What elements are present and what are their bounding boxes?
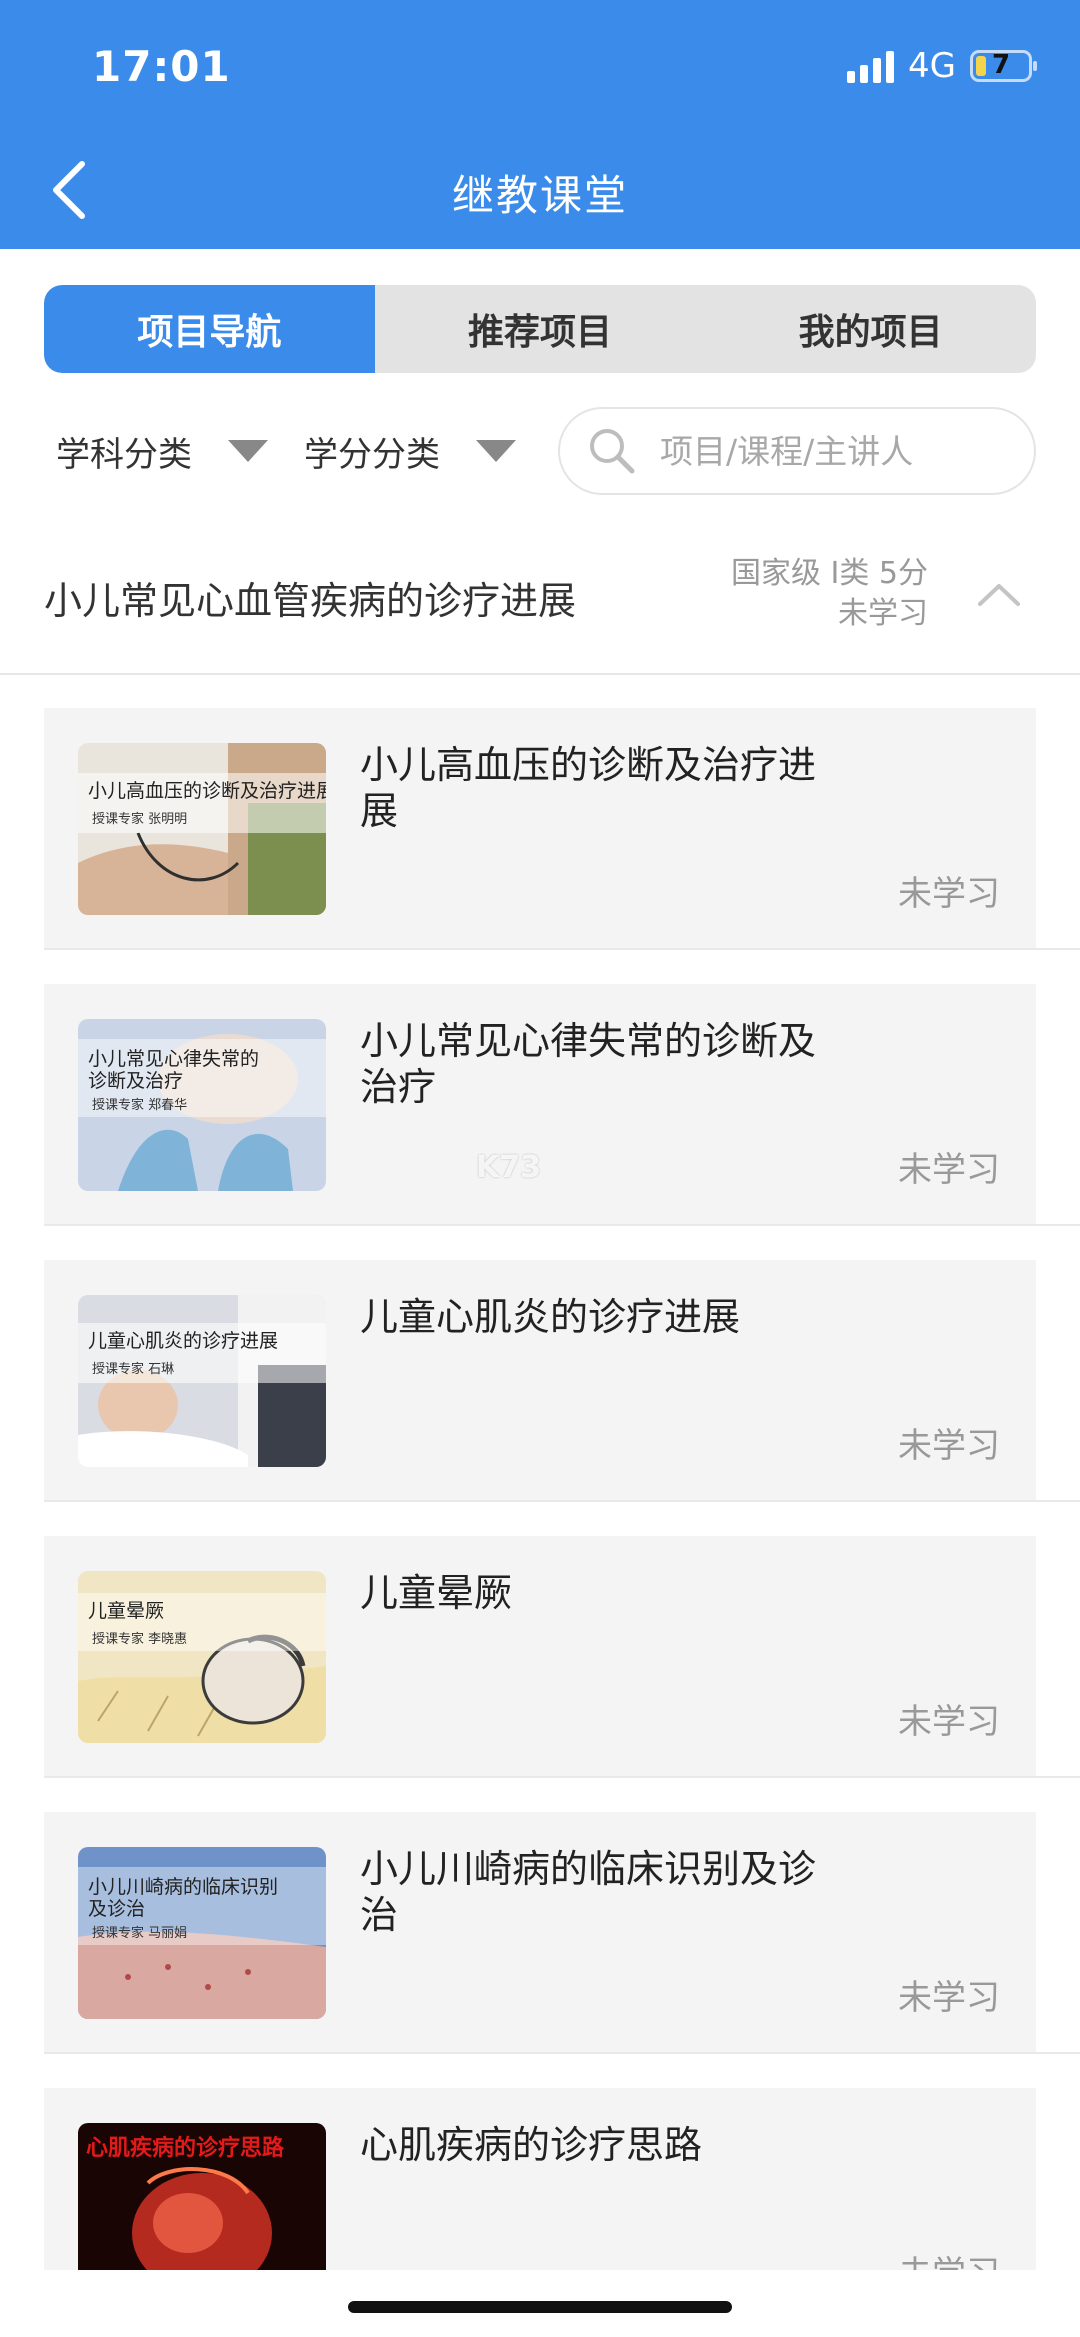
- project-title: 小儿常见心血管疾病的诊疗进展: [44, 579, 577, 623]
- divider: [44, 1500, 1080, 1502]
- svg-text:心肌疾病的诊疗思路: 心肌疾病的诊疗思路: [86, 2135, 285, 2161]
- svg-text:小儿高血压的诊断及治疗进展: 小儿高血压的诊断及治疗进展: [88, 780, 326, 802]
- course-thumbnail: 小儿川崎病的临床识别 及诊治 授课专家 马丽娟: [78, 1847, 326, 2019]
- tab-recommended[interactable]: 推荐项目: [375, 285, 706, 373]
- svg-text:授课专家 李晓惠: 授课专家 李晓惠: [92, 1631, 187, 1647]
- page-title: 继教课堂: [451, 171, 628, 220]
- course-title: 小儿川崎病的临床识别及诊治: [360, 1847, 817, 1937]
- project-meta: 国家级 I类 5分 未学习: [731, 554, 928, 634]
- caret-down-icon: [476, 440, 516, 462]
- svg-text:授课专家 石琳: 授课专家 石琳: [92, 1361, 174, 1377]
- tab-my-projects[interactable]: 我的项目: [705, 285, 1036, 373]
- credit-filter-label: 学分分类: [304, 434, 440, 475]
- course-status: 未学习: [898, 1426, 1000, 1466]
- svg-text:及诊治: 及诊治: [88, 1898, 145, 1920]
- course-status: 未学习: [898, 1702, 1000, 1742]
- course-status: 未学习: [898, 1150, 1000, 1190]
- course-status: 未学习: [898, 874, 1000, 914]
- signal-icon: [847, 49, 895, 83]
- course-thumbnail: 小儿常见心律失常的 诊断及治疗 授课专家 郑春华: [78, 1019, 326, 1191]
- course-title: 小儿高血压的诊断及治疗进展: [360, 743, 817, 833]
- credit-filter-dropdown[interactable]: 学分分类: [304, 407, 516, 495]
- search-icon: [590, 429, 635, 474]
- svg-text:诊断及治疗: 诊断及治疗: [88, 1070, 183, 1092]
- course-status: 未学习: [898, 1978, 1000, 2018]
- course-title: 心肌疾病的诊疗思路: [360, 2123, 703, 2167]
- divider: [44, 1224, 1080, 1226]
- battery-level: 7: [991, 50, 1011, 80]
- course-item[interactable]: 儿童晕厥 授课专家 李晓惠 儿童晕厥 未学习: [44, 1536, 1036, 1776]
- tab-project-nav[interactable]: 项目导航: [44, 285, 375, 373]
- course-item[interactable]: 儿童心肌炎的诊疗进展 授课专家 石琳 儿童心肌炎的诊疗进展 未学习: [44, 1260, 1036, 1500]
- project-credit-info: 国家级 I类 5分: [730, 556, 928, 591]
- course-title: 儿童心肌炎的诊疗进展: [360, 1295, 741, 1339]
- course-title: 小儿常见心律失常的诊断及治疗: [360, 1019, 817, 1109]
- subject-filter-dropdown[interactable]: 学科分类: [56, 407, 268, 495]
- project-section-header[interactable]: 小儿常见心血管疾病的诊疗进展 国家级 I类 5分 未学习: [0, 530, 1080, 675]
- watermark-logo: K73: [476, 1150, 541, 1185]
- divider: [44, 1776, 1080, 1778]
- svg-text:授课专家 郑春华: 授课专家 郑春华: [92, 1097, 187, 1113]
- chevron-up-icon[interactable]: [974, 570, 1024, 620]
- svg-text:授课专家 马丽娟: 授课专家 马丽娟: [92, 1925, 187, 1941]
- course-thumbnail: 儿童心肌炎的诊疗进展 授课专家 石琳: [78, 1295, 326, 1467]
- subject-filter-label: 学科分类: [56, 434, 192, 475]
- course-title: 儿童晕厥: [360, 1571, 513, 1615]
- course-thumbnail: 儿童晕厥 授课专家 李晓惠: [78, 1571, 326, 1743]
- svg-text:小儿常见心律失常的: 小儿常见心律失常的: [88, 1048, 259, 1070]
- search-input[interactable]: [660, 431, 980, 471]
- network-label: 4G: [908, 46, 956, 86]
- svg-text:儿童心肌炎的诊疗进展: 儿童心肌炎的诊疗进展: [88, 1330, 278, 1352]
- status-time: 17:01: [92, 42, 231, 91]
- caret-down-icon: [228, 440, 268, 462]
- search-box[interactable]: [558, 407, 1036, 495]
- svg-text:儿童晕厥: 儿童晕厥: [88, 1600, 164, 1622]
- course-item[interactable]: 小儿高血压的诊断及治疗进展 授课专家 张明明 小儿高血压的诊断及治疗进展 未学习: [44, 708, 1036, 948]
- status-indicators: 4G 7: [847, 46, 1037, 86]
- divider: [44, 2052, 1080, 2054]
- svg-text:小儿川崎病的临床识别: 小儿川崎病的临床识别: [88, 1876, 278, 1898]
- svg-text:授课专家 张明明: 授课专家 张明明: [92, 811, 187, 827]
- project-study-status: 未学习: [838, 596, 928, 631]
- divider: [44, 948, 1080, 950]
- app-header: 17:01 4G 7 继教课堂: [0, 0, 1080, 249]
- home-indicator[interactable]: [348, 2301, 732, 2313]
- course-item[interactable]: 小儿常见心律失常的 诊断及治疗 授课专家 郑春华 小儿常见心律失常的诊断及治疗 …: [44, 984, 1036, 1224]
- battery-icon: 7: [970, 50, 1037, 82]
- filter-bar: 学科分类 学分分类: [44, 407, 1036, 495]
- course-thumbnail: 小儿高血压的诊断及治疗进展 授课专家 张明明: [78, 743, 326, 915]
- course-item[interactable]: 小儿川崎病的临床识别 及诊治 授课专家 马丽娟 小儿川崎病的临床识别及诊治 未学…: [44, 1812, 1036, 2052]
- tab-bar: 项目导航 推荐项目 我的项目: [44, 285, 1036, 373]
